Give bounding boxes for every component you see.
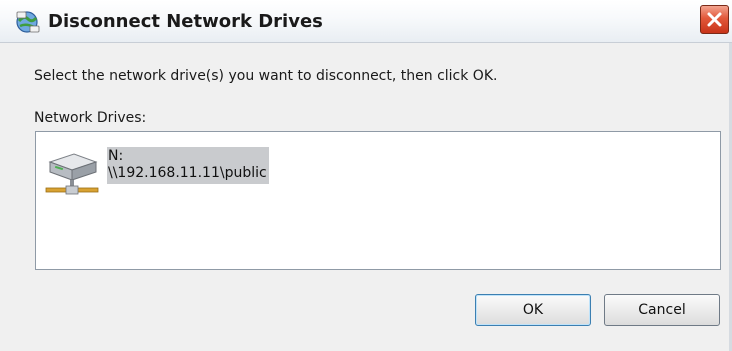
network-drives-label: Network Drives:	[34, 110, 147, 126]
instruction-text: Select the network drive(s) you want to …	[34, 68, 498, 84]
network-drive-disconnect-icon	[14, 9, 42, 35]
list-item-drive-n[interactable]: N: \\192.168.11.11\public	[44, 147, 294, 197]
drive-label-selected[interactable]: N: \\192.168.11.11\public	[107, 147, 269, 184]
cancel-button[interactable]: Cancel	[604, 294, 720, 326]
window-title: Disconnect Network Drives	[48, 11, 323, 32]
drive-letter: N:	[108, 148, 124, 164]
ok-button[interactable]: OK	[475, 294, 591, 326]
network-drive-icon	[44, 150, 100, 196]
close-button[interactable]	[700, 5, 729, 34]
close-icon	[707, 12, 722, 27]
title-bar[interactable]: Disconnect Network Drives	[0, 0, 732, 43]
disconnect-network-drives-dialog: Disconnect Network Drives Select the net…	[0, 0, 732, 351]
network-drives-list[interactable]: N: \\192.168.11.11\public	[35, 131, 721, 270]
drive-path: \\192.168.11.11\public	[108, 165, 267, 181]
